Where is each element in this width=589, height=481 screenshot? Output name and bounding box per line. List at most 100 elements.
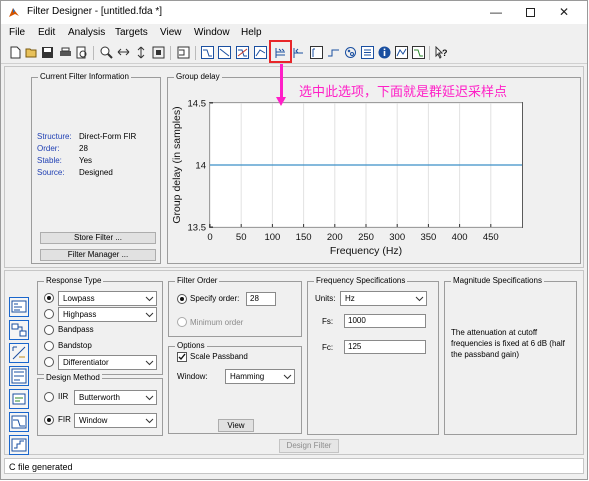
print-icon[interactable] (59, 46, 72, 59)
zoom-y-icon[interactable] (135, 46, 148, 59)
highpass-select[interactable]: Highpass (58, 307, 157, 322)
annotation-arrow-head (276, 97, 286, 106)
checkmark-icon (178, 353, 186, 361)
print-preview-icon[interactable] (75, 46, 88, 59)
options-title: Options (175, 341, 207, 351)
step-response-icon[interactable] (327, 46, 340, 59)
fs-input[interactable]: 1000 (344, 314, 426, 328)
chevron-down-icon (144, 391, 155, 404)
pole-zero-icon[interactable] (344, 46, 357, 59)
radio-lowpass[interactable] (44, 293, 54, 303)
menu-file[interactable]: File (9, 27, 25, 38)
quantization-icon[interactable] (9, 435, 29, 455)
annotation-arrow (280, 64, 283, 97)
info-structure-label: Structure: (37, 132, 72, 141)
differentiator-select[interactable]: Differentiator (58, 355, 157, 370)
radio-specify-order[interactable] (177, 294, 187, 304)
fir-method-value: Window (79, 416, 108, 425)
phase-delay-icon-alt[interactable] (254, 46, 267, 59)
impulse-response-icon[interactable] (310, 46, 323, 59)
maximize-icon (525, 8, 535, 17)
fir-method-select[interactable]: Window (74, 413, 157, 428)
full-view-icon[interactable] (152, 46, 165, 59)
pole-zero-editor-icon[interactable] (9, 297, 29, 317)
menu-bar: File Edit Analysis Targets View Window H… (1, 24, 587, 42)
matlab-app-icon (9, 8, 19, 17)
response-type-title: Response Type (44, 276, 104, 286)
design-filter-icon[interactable] (9, 412, 29, 432)
filter-spec-icon[interactable] (177, 46, 190, 59)
menu-analysis[interactable]: Analysis (68, 27, 105, 38)
lowpass-select[interactable]: Lowpass (58, 291, 157, 306)
iir-method-select[interactable]: Butterworth (74, 390, 157, 405)
chevron-down-icon (144, 356, 155, 369)
filter-info-icon[interactable] (378, 46, 391, 59)
radio-fir[interactable] (44, 415, 54, 425)
phase-response-icon[interactable] (218, 46, 231, 59)
import-filter-icon[interactable] (9, 389, 29, 409)
frequency-specs-panel: Frequency Specifications Units: Hz Fs: 1… (307, 276, 439, 435)
menu-help[interactable]: Help (241, 27, 262, 38)
filter-designer-window: Filter Designer - [untitled.fda *] — ✕ F… (0, 0, 588, 480)
window-title: Filter Designer - [untitled.fda *] (27, 6, 163, 17)
new-icon[interactable] (9, 46, 22, 59)
response-type-panel: Response Type Lowpass Highpass Bandpass … (37, 276, 163, 375)
toolbar-separator (195, 46, 196, 60)
store-filter-button[interactable]: Store Filter ... (40, 232, 156, 244)
scale-passband-checkbox[interactable] (177, 352, 187, 362)
radio-bandstop[interactable] (44, 341, 54, 351)
units-select[interactable]: Hz (340, 291, 427, 306)
round-off-noise-icon[interactable] (395, 46, 408, 59)
chevron-down-icon (414, 292, 425, 305)
open-icon[interactable] (25, 46, 38, 59)
menu-edit[interactable]: Edit (38, 27, 55, 38)
transform-filter-icon[interactable] (9, 320, 29, 340)
whats-this-icon[interactable]: ? (435, 46, 448, 59)
radio-highpass[interactable] (44, 309, 54, 319)
toolbar-separator (93, 46, 94, 60)
magnitude-specs-description: The attenuation at cutoff frequencies is… (451, 328, 565, 359)
radio-iir[interactable] (44, 392, 54, 402)
fs-label: Fs: (322, 317, 334, 326)
maximize-button[interactable] (517, 4, 543, 21)
toolbar: ? (1, 42, 587, 64)
fc-input[interactable]: 125 (344, 340, 426, 354)
order-input[interactable]: 28 (246, 292, 276, 306)
design-method-title: Design Method (44, 373, 102, 383)
radio-minimum-order[interactable] (177, 317, 187, 327)
menu-view[interactable]: View (160, 27, 182, 38)
menu-window[interactable]: Window (194, 27, 230, 38)
zoom-x-icon[interactable] (117, 46, 130, 59)
filter-coefficients-icon[interactable] (361, 46, 374, 59)
group-delay-title: Group delay (174, 72, 222, 82)
filter-manager-button[interactable]: Filter Manager ... (40, 249, 156, 261)
close-button[interactable]: ✕ (551, 4, 577, 21)
create-multirate-icon[interactable] (9, 343, 29, 363)
minimize-button[interactable]: — (483, 4, 509, 21)
group-delay-plot-area[interactable] (209, 102, 523, 228)
current-filter-info-title: Current Filter Information (38, 72, 131, 82)
view-button[interactable]: View (218, 419, 254, 432)
save-icon[interactable] (41, 46, 54, 59)
phase-delay-icon[interactable] (292, 46, 305, 59)
bandpass-label: Bandpass (58, 325, 94, 334)
fir-label: FIR (58, 415, 71, 424)
menu-targets[interactable]: Targets (115, 27, 148, 38)
info-stable-value: Yes (79, 156, 93, 165)
window-select[interactable]: Hamming (225, 369, 295, 384)
radio-differentiator[interactable] (44, 357, 54, 367)
info-structure-value: Direct-Form FIR (79, 132, 137, 141)
realize-model-icon[interactable] (9, 366, 29, 386)
magnitude-response-icon[interactable] (201, 46, 214, 59)
mag-phase-response-icon[interactable] (236, 46, 249, 59)
info-stable-label: Stable: (37, 156, 62, 165)
options-panel: Options Scale Passband Window: Hamming V… (168, 341, 302, 434)
design-filter-button[interactable]: Design Filter (279, 439, 339, 453)
radio-bandpass[interactable] (44, 325, 54, 335)
differentiator-select-value: Differentiator (63, 358, 109, 367)
info-source-value: Designed (79, 168, 113, 177)
magnitude-estimate-icon[interactable] (412, 46, 425, 59)
zoom-in-icon[interactable] (100, 46, 113, 59)
frequency-specs-title: Frequency Specifications (314, 276, 408, 286)
bandstop-label: Bandstop (58, 341, 92, 350)
